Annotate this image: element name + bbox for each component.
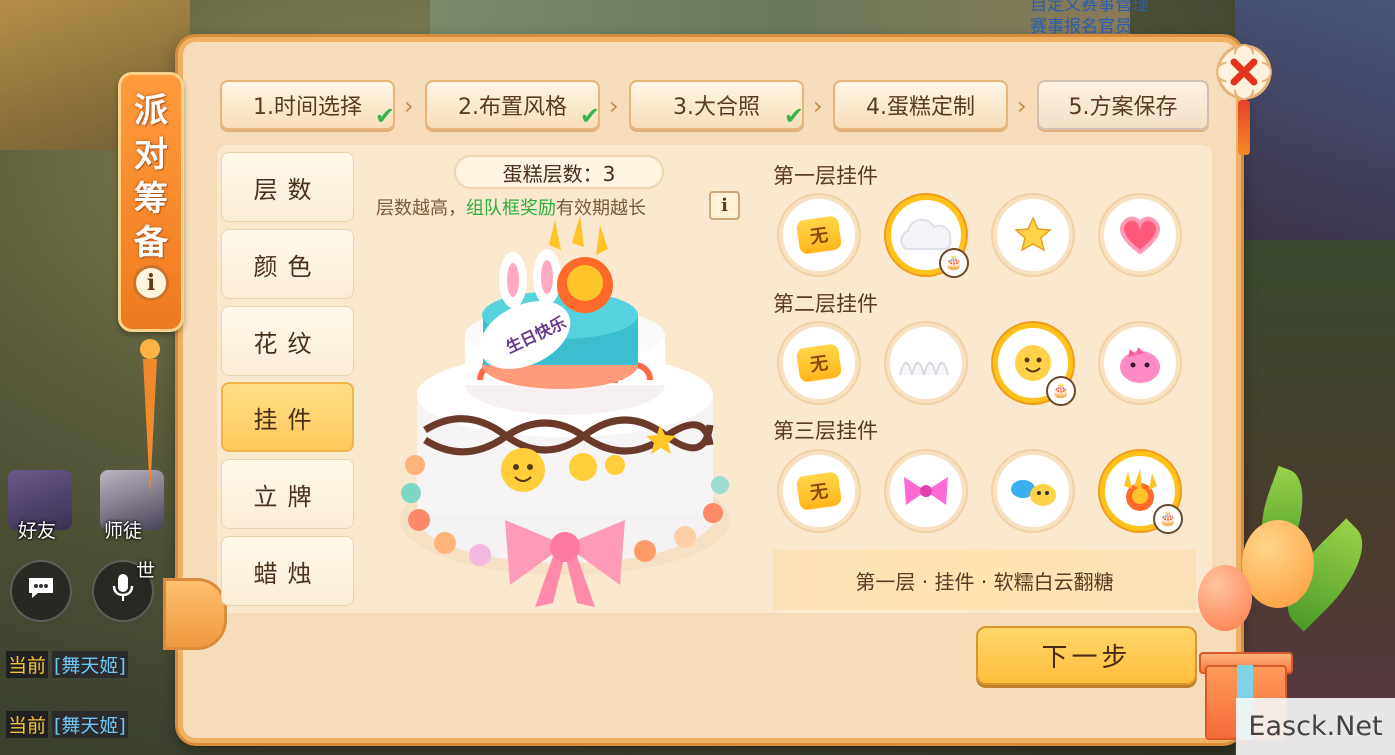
pink-blob-icon bbox=[1120, 347, 1160, 383]
step-label: 1.时间选择 bbox=[253, 95, 362, 120]
chat-button[interactable] bbox=[10, 560, 72, 622]
balloon-icon bbox=[1198, 565, 1252, 631]
world-channel-label[interactable]: 世 bbox=[136, 556, 155, 583]
banner-tassel bbox=[140, 339, 160, 495]
chat-line: 当前 [舞天姬] bbox=[6, 710, 128, 738]
tab-label: 蜡烛 bbox=[253, 559, 322, 588]
row-title-layer3: 第三层挂件 bbox=[773, 419, 878, 443]
deco-star-layer1[interactable] bbox=[993, 195, 1073, 275]
deco-pink-bow-layer3[interactable] bbox=[886, 451, 966, 531]
step-plan-save[interactable]: 5.方案保存 bbox=[1037, 80, 1209, 130]
deco-sea-animals-layer3[interactable] bbox=[993, 451, 1073, 531]
none-badge: 无 bbox=[795, 215, 843, 255]
step-time-select[interactable]: 1.时间选择 ✔ bbox=[220, 80, 395, 130]
check-icon: ✔ bbox=[783, 102, 804, 130]
chat-channel: 当前 bbox=[6, 710, 49, 738]
tab-label: 层数 bbox=[253, 175, 322, 204]
pink-bow-icon bbox=[904, 477, 948, 505]
cake-preview: 生日快乐 bbox=[400, 215, 730, 607]
deco-none-layer3[interactable]: 无 bbox=[779, 451, 859, 531]
cake-tag-icon: 🎂 bbox=[1046, 376, 1076, 406]
chat-line: 当前 [舞天姬] bbox=[6, 650, 128, 678]
deco-cloud-layer1[interactable]: 🎂 bbox=[886, 195, 969, 278]
chevron-right-icon: › bbox=[609, 92, 619, 120]
chevron-right-icon: › bbox=[813, 92, 823, 120]
step-label: 5.方案保存 bbox=[1068, 95, 1178, 120]
none-badge: 无 bbox=[795, 343, 843, 383]
step-decor-style[interactable]: 2.布置风格 ✔ bbox=[425, 80, 600, 130]
none-badge: 无 bbox=[795, 471, 843, 511]
step-label: 3.大合照 bbox=[673, 95, 760, 120]
deco-golden-crest-layer3[interactable]: 🎂 bbox=[1100, 451, 1183, 534]
chat-bubble-icon bbox=[26, 575, 56, 608]
selected-ornament-name: 第一层 · 挂件 · 软糯白云翻糖 bbox=[773, 550, 1196, 610]
chat-sender[interactable]: [舞天姬] bbox=[52, 710, 128, 738]
close-button[interactable] bbox=[1212, 40, 1276, 104]
deco-none-layer2[interactable]: 无 bbox=[779, 323, 859, 403]
star-icon bbox=[1014, 216, 1052, 252]
deco-heart-layer1[interactable] bbox=[1100, 195, 1180, 275]
friends-label[interactable]: 好友 bbox=[18, 516, 56, 543]
chat-channel: 当前 bbox=[6, 650, 49, 678]
balloon-icon bbox=[1242, 520, 1314, 608]
deco-none-layer1[interactable]: 无 bbox=[779, 195, 859, 275]
heart-icon bbox=[1120, 216, 1160, 255]
sea-animals-icon bbox=[1011, 480, 1056, 506]
tab-color[interactable]: 颜色 bbox=[221, 229, 354, 299]
row-title-layer2: 第二层挂件 bbox=[773, 292, 878, 316]
check-icon: ✔ bbox=[579, 102, 600, 130]
tab-standee[interactable]: 立牌 bbox=[221, 459, 354, 529]
party-prep-banner: 派 对 筹 备 i bbox=[118, 72, 184, 332]
dialog-side-knob bbox=[163, 578, 227, 650]
tab-layers[interactable]: 层数 bbox=[221, 152, 354, 222]
deco-pink-blob-layer2[interactable] bbox=[1100, 323, 1180, 403]
cake-tag-icon: 🎂 bbox=[1153, 504, 1183, 534]
next-step-button[interactable]: 下一步 bbox=[976, 626, 1197, 685]
cake-layer-count: 蛋糕层数：3 bbox=[454, 155, 664, 189]
banner-char: 筹 bbox=[134, 179, 168, 219]
background-building-right bbox=[1235, 0, 1395, 240]
check-icon: ✔ bbox=[374, 102, 395, 130]
background-top-strip bbox=[430, 0, 1130, 34]
cake-tag-icon: 🎂 bbox=[939, 248, 969, 278]
tab-ornaments[interactable]: 挂件 bbox=[221, 382, 354, 452]
background-top-text: 自定义赛事管理 赛事报名官员 bbox=[1030, 0, 1149, 37]
step-label: 4.蛋糕定制 bbox=[866, 95, 975, 120]
tab-pattern[interactable]: 花纹 bbox=[221, 306, 354, 376]
watermark: Easck.Net bbox=[1236, 698, 1395, 755]
banner-info-icon[interactable]: i bbox=[133, 265, 169, 301]
banner-char: 备 bbox=[134, 223, 168, 263]
banner-char: 派 bbox=[134, 91, 168, 131]
chevron-right-icon: › bbox=[1017, 92, 1027, 120]
step-cake-custom[interactable]: 4.蛋糕定制 bbox=[833, 80, 1008, 130]
row-title-layer1: 第一层挂件 bbox=[773, 164, 878, 188]
close-x-icon bbox=[1216, 44, 1272, 100]
close-tassel bbox=[1238, 100, 1250, 155]
tab-label: 颜色 bbox=[253, 252, 322, 281]
mentor-label[interactable]: 师徒 bbox=[104, 516, 142, 543]
tab-label: 花纹 bbox=[253, 329, 322, 358]
cream-drops-icon bbox=[899, 362, 949, 376]
microphone-icon bbox=[111, 572, 135, 611]
deco-cream-drops-layer2[interactable] bbox=[886, 323, 966, 403]
chevron-right-icon: › bbox=[404, 92, 414, 120]
smiley-icon bbox=[1015, 345, 1051, 381]
step-label: 2.布置风格 bbox=[458, 95, 567, 120]
deco-smiley-layer2[interactable]: 🎂 bbox=[993, 323, 1076, 406]
banner-char: 对 bbox=[134, 135, 168, 175]
tab-candles[interactable]: 蜡烛 bbox=[221, 536, 354, 606]
chat-sender[interactable]: [舞天姬] bbox=[52, 650, 128, 678]
step-group-photo[interactable]: 3.大合照 ✔ bbox=[629, 80, 804, 130]
tab-label: 挂件 bbox=[253, 405, 322, 434]
tab-label: 立牌 bbox=[253, 482, 322, 511]
